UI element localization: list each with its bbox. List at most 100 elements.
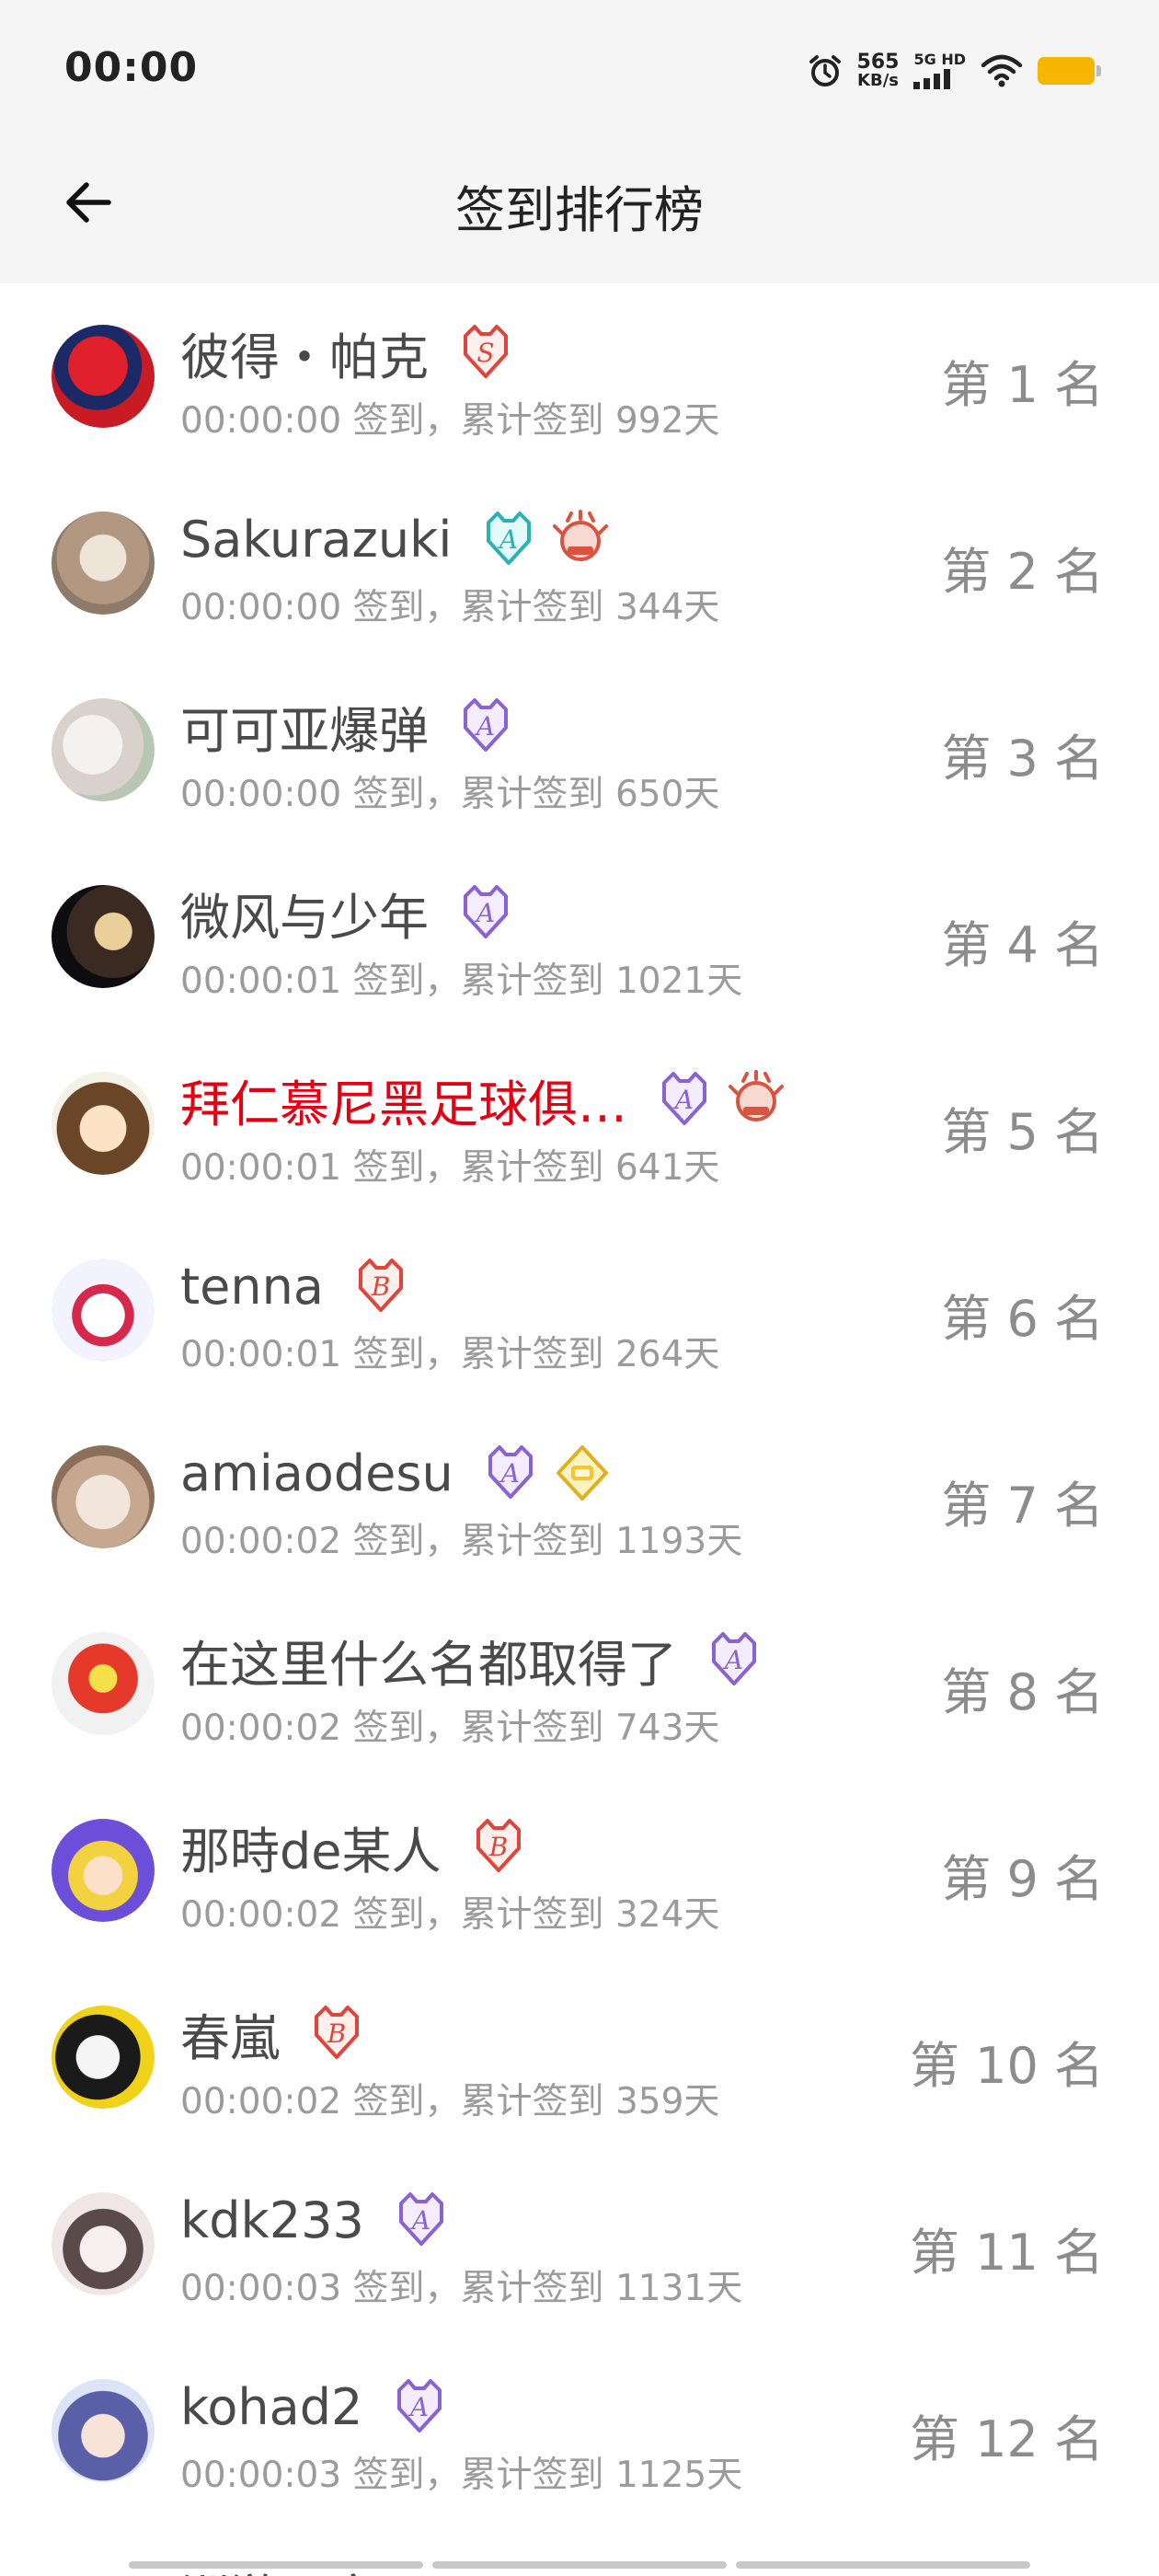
avatar[interactable] [52,1819,155,1922]
list-item[interactable]: 春嵐 B 00:00:02 签到，累计签到 359天 第 10 名 [0,1964,1159,2151]
checkin-detail: 00:00:01 签到，累计签到 641天 [180,1147,720,1189]
user-name[interactable]: 在这里什么名都取得了 [180,1624,677,1696]
rank-label: 第 12 名 [909,2410,1104,2468]
rank-label: 第 11 名 [909,2224,1104,2282]
user-name[interactable]: 春嵐 [180,1997,280,2070]
checkin-detail: 00:00:01 签到，累计签到 264天 [180,1334,720,1375]
rank-label: 第 2 名 [941,543,1104,601]
user-name[interactable]: 那時de某人 [180,1811,442,1883]
list-item[interactable]: amiaodesu A 00:00:02 签到，累计签到 1193天 第 7 名 [0,1404,1159,1591]
user-name[interactable]: kohad2 [180,2378,362,2436]
level-b-icon: B [307,2004,366,2063]
network-speed: 565 KB/s [857,52,900,89]
avatar[interactable] [52,1072,155,1175]
name-line: 春嵐 B [180,1997,920,2069]
list-item[interactable]: 微风与少年 A 00:00:01 签到，累计签到 1021天 第 4 名 [0,844,1159,1030]
svg-text:A: A [672,1085,694,1115]
user-name[interactable]: tenna [180,1258,324,1316]
avatar[interactable] [52,2192,155,2295]
cell-signal-icon [913,69,951,89]
list-item[interactable]: Sakurazuki A 00:00:00 签到，累计签到 344天 第 2 名 [0,470,1159,657]
rank-label: 第 7 名 [941,1477,1104,1535]
svg-text:B: B [488,1832,508,1862]
user-name[interactable]: amiaodesu [180,1444,453,1502]
avatar[interactable] [52,698,155,801]
user-name[interactable]: kdk233 [180,2191,364,2249]
name-line: 可可亚爆弹 A [180,690,920,762]
list-item[interactable]: tenna B 00:00:01 签到，累计签到 264天 第 6 名 [0,1217,1159,1404]
alarm-icon [809,55,841,86]
name-line: amiaodesu A [180,1437,920,1509]
next-row-peek: 洲游现实 [0,2521,1159,2576]
avatar[interactable] [52,2006,155,2109]
svg-text:A: A [474,898,495,928]
list-item[interactable]: kdk233 A 00:00:03 签到，累计签到 1131天 第 11 名 [0,2151,1159,2338]
checkin-detail: 00:00:03 签到，累计签到 1131天 [180,2268,743,2309]
checkin-detail: 00:00:00 签到，累计签到 344天 [180,587,720,628]
wifi-icon [981,54,1023,87]
user-info: 微风与少年 A 00:00:01 签到，累计签到 1021天 [180,877,920,1004]
rank-label: 第 6 名 [941,1290,1104,1348]
level-s-icon: S [456,323,515,382]
cell-signal: 5G HD [913,52,966,89]
crest-icon [551,510,610,569]
user-info: Sakurazuki A 00:00:00 签到，累计签到 344天 [180,503,920,630]
svg-text:A: A [499,1458,520,1489]
avatar[interactable] [52,512,155,615]
list-item[interactable]: 在这里什么名都取得了 A 00:00:02 签到，累计签到 743天 第 8 名 [0,1591,1159,1777]
name-line: kohad2 A [180,2371,920,2443]
status-icons: 565 KB/s 5G HD [808,48,1101,94]
crest-icon [727,1070,786,1129]
level-a-icon: A [456,883,515,942]
user-name[interactable]: 可可亚爆弹 [180,690,429,763]
checkin-detail: 00:00:02 签到，累计签到 1193天 [180,1521,743,1562]
status-bar: 00:00 565 KB/s 5G HD [0,0,1159,138]
level-a-icon: A [481,1443,540,1502]
checkin-detail: 00:00:00 签到，累计签到 992天 [180,400,720,442]
avatar[interactable] [52,325,155,428]
user-info: 春嵐 B 00:00:02 签到，累计签到 359天 [180,1997,920,2124]
svg-text:A: A [409,2205,430,2236]
user-info: 彼得・帕克 S 00:00:00 签到，累计签到 992天 [180,316,920,443]
list-item[interactable]: kohad2 A 00:00:03 签到，累计签到 1125天 第 12 名 [0,2338,1159,2524]
name-line: 彼得・帕克 S [180,316,920,388]
list-item[interactable]: 彼得・帕克 S 00:00:00 签到，累计签到 992天 第 1 名 [0,283,1159,470]
rank-label: 第 4 名 [941,916,1104,974]
network-speed-unit: KB/s [857,71,899,90]
name-line: 在这里什么名都取得了 A [180,1624,920,1696]
checkin-detail: 00:00:02 签到，累计签到 324天 [180,1894,720,1936]
list-item[interactable]: 可可亚爆弹 A 00:00:00 签到，累计签到 650天 第 3 名 [0,657,1159,844]
rank-label: 第 1 名 [941,356,1104,414]
user-name[interactable]: 彼得・帕克 [180,316,429,389]
svg-text:B: B [371,1271,391,1302]
svg-text:A: A [407,2392,429,2422]
rank-label: 第 9 名 [941,1850,1104,1908]
user-name[interactable]: Sakurazuki [180,511,452,569]
avatar[interactable] [52,1445,155,1548]
network-speed-value: 565 [856,51,900,74]
list-item[interactable]: 拜仁慕尼黑足球俱… A 00:00:01 签到，累计签到 641天 第 5 名 [0,1030,1159,1217]
user-name[interactable]: 拜仁慕尼黑足球俱… [180,1064,627,1136]
level-a-icon: A [392,2191,451,2249]
checkin-detail: 00:00:02 签到，累计签到 743天 [180,1708,720,1749]
level-a-teal-icon: A [479,510,538,569]
user-info: 在这里什么名都取得了 A 00:00:02 签到，累计签到 743天 [180,1624,920,1751]
checkin-detail: 00:00:00 签到，累计签到 650天 [180,774,720,815]
rank-label: 第 3 名 [941,730,1104,788]
list-item[interactable]: 那時de某人 B 00:00:02 签到，累计签到 324天 第 9 名 [0,1777,1159,1964]
home-indicator [129,2561,1030,2569]
svg-text:S: S [476,338,494,368]
ranking-list: 彼得・帕克 S 00:00:00 签到，累计签到 992天 第 1 名 Sakurazu… [0,283,1159,2524]
avatar[interactable] [52,2379,155,2482]
checkin-detail: 00:00:02 签到，累计签到 359天 [180,2081,720,2122]
user-info: 拜仁慕尼黑足球俱… A 00:00:01 签到，累计签到 641天 [180,1064,920,1190]
level-a-icon: A [705,1630,763,1689]
rank-label: 第 5 名 [941,1103,1104,1161]
user-info: 那時de某人 B 00:00:02 签到，累计签到 324天 [180,1811,920,1938]
avatar[interactable] [52,885,155,988]
avatar[interactable] [52,1632,155,1735]
checkin-detail: 00:00:03 签到，累计签到 1125天 [180,2455,743,2496]
gold-badge-icon [553,1443,612,1502]
avatar[interactable] [52,1259,155,1362]
user-name[interactable]: 微风与少年 [180,877,429,949]
